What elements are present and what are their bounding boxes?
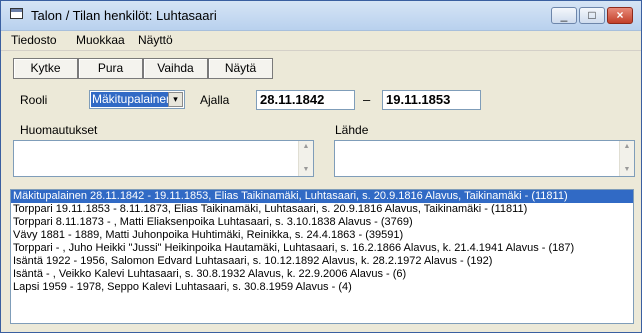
- source-label: Lähde: [335, 123, 369, 137]
- period-label: Ajalla: [200, 93, 230, 107]
- scroll-up-icon[interactable]: ▲: [620, 141, 634, 153]
- list-item[interactable]: Torppari 8.11.1873 - , Matti Eliaksenpoi…: [11, 216, 633, 229]
- source-scrollbar[interactable]: ▲ ▼: [619, 141, 634, 176]
- list-item[interactable]: Vävy 1881 - 1889, Matti Juhonpoika Huhti…: [11, 229, 633, 242]
- persons-list[interactable]: Mäkitupalainen 28.11.1842 - 19.11.1853, …: [10, 189, 634, 324]
- start-date-field[interactable]: 28.11.1842: [256, 90, 355, 110]
- app-icon[interactable]: [10, 8, 23, 19]
- list-item[interactable]: Lapsi 1959 - 1978, Seppo Kalevi Luhtasaa…: [11, 281, 633, 294]
- main-window: Talon / Tilan henkilöt: Luhtasaari _ □ ×…: [0, 0, 642, 333]
- vaihda-button[interactable]: Vaihda: [143, 58, 208, 79]
- list-item[interactable]: Torppari - , Juho Heikki "Jussi" Heikinp…: [11, 242, 633, 255]
- window-title: Talon / Tilan henkilöt: Luhtasaari: [31, 8, 217, 23]
- minimize-button[interactable]: _: [551, 7, 577, 24]
- list-item[interactable]: Isäntä - , Veikko Kalevi Luhtasaari, s. …: [11, 268, 633, 281]
- list-item[interactable]: Mäkitupalainen 28.11.1842 - 19.11.1853, …: [11, 190, 633, 203]
- list-item[interactable]: Torppari 19.11.1853 - 8.11.1873, Elias T…: [11, 203, 633, 216]
- role-label: Rooli: [20, 93, 48, 107]
- menu-tiedosto[interactable]: Tiedosto: [11, 33, 57, 47]
- menu-muokkaa[interactable]: Muokkaa: [76, 33, 125, 47]
- source-textarea[interactable]: ▲ ▼: [334, 140, 635, 177]
- notes-scrollbar[interactable]: ▲ ▼: [298, 141, 313, 176]
- menu-bar: Tiedosto Muokkaa Näyttö: [1, 31, 641, 51]
- chevron-down-icon[interactable]: ▾: [168, 92, 183, 107]
- role-select[interactable]: Mäkitupalainen ▾: [89, 90, 185, 109]
- end-date-field[interactable]: 19.11.1853: [382, 90, 481, 110]
- pura-button[interactable]: Pura: [78, 58, 143, 79]
- notes-label: Huomautukset: [20, 123, 98, 137]
- menu-nayttö[interactable]: Näyttö: [138, 33, 173, 47]
- scroll-down-icon[interactable]: ▼: [299, 164, 313, 176]
- notes-textarea[interactable]: ▲ ▼: [13, 140, 314, 177]
- date-separator: –: [363, 92, 371, 107]
- role-selected-value: Mäkitupalainen: [91, 92, 168, 107]
- title-bar[interactable]: Talon / Tilan henkilöt: Luhtasaari _ □ ×: [1, 1, 641, 31]
- kytke-button[interactable]: Kytke: [13, 58, 78, 79]
- nayta-button[interactable]: Näytä: [208, 58, 273, 79]
- maximize-button[interactable]: □: [579, 7, 605, 24]
- scroll-up-icon[interactable]: ▲: [299, 141, 313, 153]
- close-button[interactable]: ×: [607, 7, 633, 24]
- scroll-down-icon[interactable]: ▼: [620, 164, 634, 176]
- list-item[interactable]: Isäntä 1922 - 1956, Salomon Edvard Luhta…: [11, 255, 633, 268]
